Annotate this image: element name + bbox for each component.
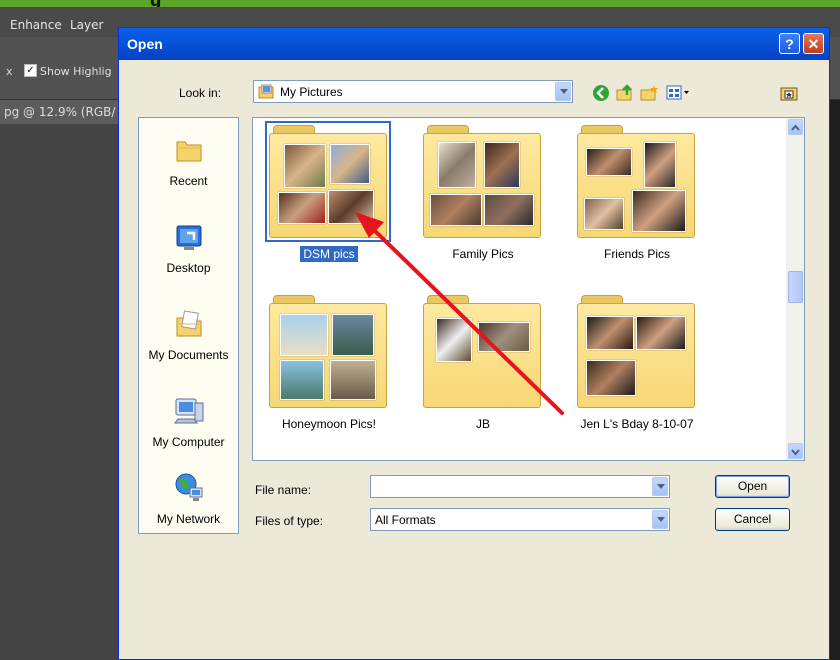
close-button[interactable]: ✕ [803,33,824,54]
help-button[interactable]: ? [779,33,800,54]
places-bar: Recent Desktop My Documents My Computer … [138,117,239,534]
folder-thumbnail [577,125,695,238]
folder-item[interactable]: Family Pics [413,120,553,280]
place-recent-label: Recent [169,174,208,188]
folder-thumbnail [269,295,387,408]
open-button[interactable]: Open [715,475,790,498]
show-highlight-label: Show Highlig [40,65,112,78]
back-icon[interactable] [591,83,611,103]
file-name-field[interactable] [370,475,670,498]
files-of-type-dropdown-arrow[interactable] [652,510,668,529]
folder-thumbnail [423,125,541,238]
recent-folder-icon [176,141,202,162]
place-desktop[interactable]: Desktop [139,213,238,297]
files-of-type-value: All Formats [375,513,436,527]
views-menu-icon[interactable] [665,83,691,103]
folder-label: Family Pics [452,247,514,261]
my-documents-icon [176,310,202,337]
file-name-label: File name: [255,483,312,497]
file-list-scrollbar[interactable] [786,118,804,460]
file-list: DSM pics Family Pics Friends Pics Honeym… [252,117,805,461]
files-of-type-label: Files of type: [255,514,324,528]
top-green-strip: g [0,0,840,10]
desktop-icon [176,225,202,250]
up-one-level-icon[interactable] [615,83,635,103]
place-desktop-label: Desktop [166,261,211,275]
look-in-combo[interactable]: My Pictures [253,80,573,103]
folder-thumbnail [423,295,541,408]
folder-label: Honeymoon Pics! [281,417,377,431]
scroll-thumb[interactable] [788,271,803,303]
folder-item[interactable]: JB [413,290,553,450]
folder-label: Friends Pics [603,247,671,261]
scroll-up-arrow-icon [791,124,800,131]
my-network-icon [175,473,203,501]
open-dialog: Open ? ✕ Look in: My Pictures Recent Des… [118,27,830,660]
place-my-network[interactable]: My Network [139,464,238,548]
folder-item[interactable]: Jen L's Bday 8-10-07 [567,290,707,450]
scroll-down-button[interactable] [788,443,803,459]
menu-layer[interactable]: Layer [70,18,103,32]
folder-label: JB [475,417,490,431]
look-in-value: My Pictures [280,85,343,99]
new-folder-icon[interactable] [639,83,659,103]
place-my-documents-label: My Documents [148,348,229,362]
folder-label: DSM pics [259,246,399,262]
options-x-glyph: x [6,65,13,78]
place-my-computer-label: My Computer [152,435,225,449]
file-name-dropdown-arrow[interactable] [652,477,668,496]
place-recent[interactable]: Recent [139,126,238,210]
folder-thumbnail [577,295,695,408]
my-pictures-icon [258,84,274,99]
files-of-type-select[interactable]: All Formats [370,508,670,531]
menu-enhance[interactable]: Enhance [10,18,62,32]
folder-item[interactable]: Friends Pics [567,120,707,280]
dialog-title: Open [127,36,163,52]
document-tab-label: pg @ 12.9% (RGB/ [4,105,116,119]
look-in-label: Look in: [179,86,222,100]
folder-label: Jen L's Bday 8-10-07 [580,417,694,431]
scroll-down-arrow-icon [791,449,800,456]
cancel-button[interactable]: Cancel [715,508,790,531]
folder-thumbnail [265,121,391,242]
show-highlight-checkbox[interactable]: ✓ [24,64,37,77]
place-my-computer[interactable]: My Computer [139,387,238,471]
my-computer-icon [174,398,204,424]
scroll-up-button[interactable] [788,119,803,135]
place-my-network-label: My Network [156,512,221,526]
look-in-dropdown-arrow[interactable] [555,82,571,101]
place-my-documents[interactable]: My Documents [139,300,238,384]
folder-item[interactable]: DSM pics [259,120,399,280]
folder-item[interactable]: Honeymoon Pics! [259,290,399,450]
dialog-titlebar[interactable]: Open ? ✕ [119,28,829,60]
desktop-folder-icon[interactable] [779,83,799,103]
